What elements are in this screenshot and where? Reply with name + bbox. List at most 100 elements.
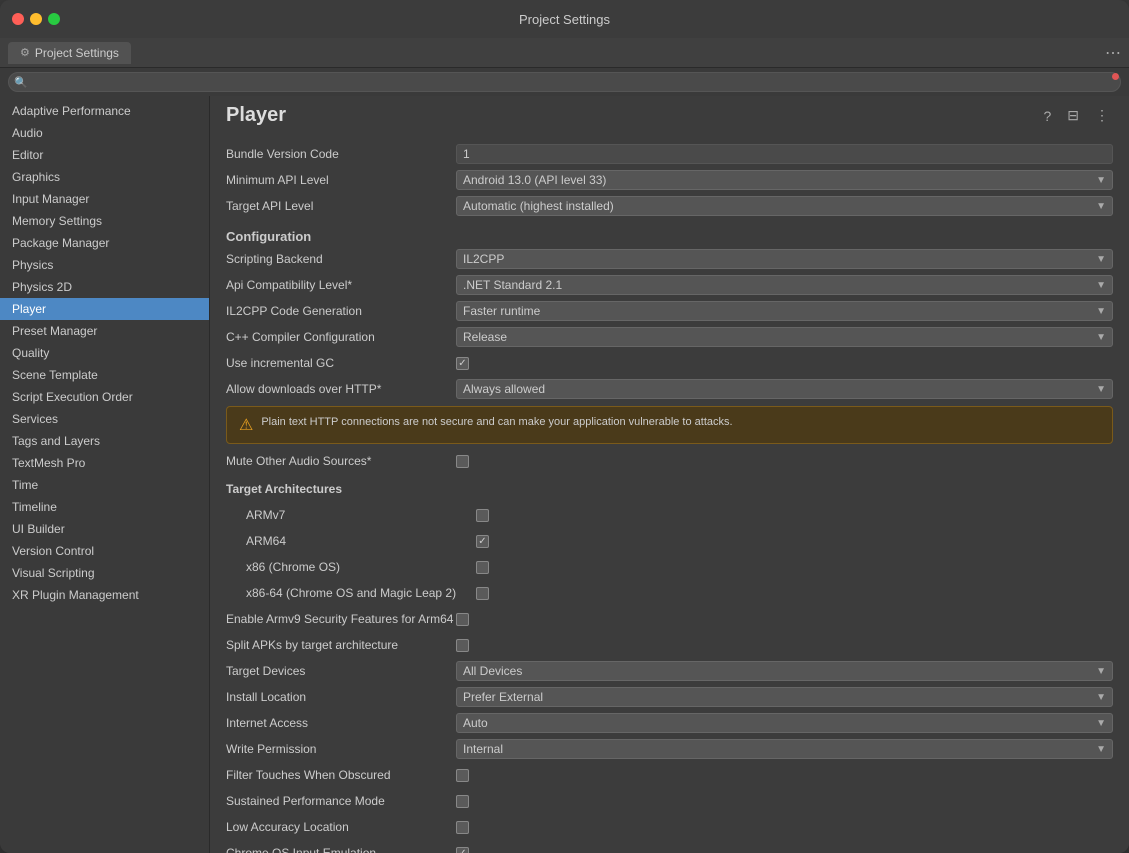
split-apks-row: Split APKs by target architecture [226,634,1113,656]
sidebar-item-physics[interactable]: Physics [0,254,209,276]
target-devices-row: Target Devices All Devices ▼ [226,660,1113,682]
allow-downloads-label: Allow downloads over HTTP* [226,382,456,396]
sidebar-item-audio[interactable]: Audio [0,122,209,144]
sidebar-item-graphics[interactable]: Graphics [0,166,209,188]
target-arch-header: Target Architectures [226,482,456,496]
min-api-dropdown[interactable]: Android 13.0 (API level 33) ▼ [456,170,1113,190]
scripting-backend-row: Scripting Backend IL2CPP ▼ [226,248,1113,270]
mute-audio-label: Mute Other Audio Sources* [226,454,456,468]
sidebar-item-scene-template[interactable]: Scene Template [0,364,209,386]
chrome-input-row: Chrome OS Input Emulation [226,842,1113,853]
armv7-checkbox[interactable] [476,509,489,522]
help-icon[interactable]: ? [1039,106,1055,126]
install-location-dropdown[interactable]: Prefer External ▼ [456,687,1113,707]
sustained-performance-checkbox[interactable] [456,795,469,808]
target-api-label: Target API Level [226,199,456,213]
more-icon[interactable]: ⋮ [1091,105,1113,126]
cpp-compiler-dropdown[interactable]: Release ▼ [456,327,1113,347]
target-devices-arrow: ▼ [1096,666,1106,677]
il2cpp-dropdown[interactable]: Faster runtime ▼ [456,301,1113,321]
armv9-label: Enable Armv9 Security Features for Arm64 [226,612,456,626]
api-compat-label: Api Compatibility Level* [226,278,456,292]
incremental-gc-row: Use incremental GC [226,352,1113,374]
sidebar-item-package-manager[interactable]: Package Manager [0,232,209,254]
min-api-label: Minimum API Level [226,173,456,187]
il2cpp-value: Faster runtime [463,304,540,318]
gear-icon: ⚙ [20,46,30,59]
sidebar-item-visual-scripting[interactable]: Visual Scripting [0,562,209,584]
window-title: Project Settings [519,12,610,27]
mute-audio-checkbox[interactable] [456,455,469,468]
search-wrapper: 🔍 [8,72,1121,92]
armv9-row: Enable Armv9 Security Features for Arm64 [226,608,1113,630]
sidebar-item-player[interactable]: Player [0,298,209,320]
sidebar-item-physics-2d[interactable]: Physics 2D [0,276,209,298]
filter-touches-checkbox[interactable] [456,769,469,782]
target-api-value: Automatic (highest installed) [463,199,614,213]
min-api-value: Android 13.0 (API level 33) [463,173,606,187]
sidebar-item-editor[interactable]: Editor [0,144,209,166]
sidebar-item-ui-builder[interactable]: UI Builder [0,518,209,540]
armv7-label: ARMv7 [246,508,476,522]
sidebar-item-timeline[interactable]: Timeline [0,496,209,518]
sidebar-item-input-manager[interactable]: Input Manager [0,188,209,210]
main-panel: Player ? ⊟ ⋮ Bundle Version Code Minimum… [210,96,1129,853]
armv9-checkbox[interactable] [456,613,469,626]
x86-64-checkbox[interactable] [476,587,489,600]
filter-touches-row: Filter Touches When Obscured [226,764,1113,786]
target-devices-dropdown[interactable]: All Devices ▼ [456,661,1113,681]
search-input[interactable] [8,72,1121,92]
search-icon: 🔍 [14,76,28,89]
bundle-version-row: Bundle Version Code [226,143,1113,165]
sidebar-item-preset-manager[interactable]: Preset Manager [0,320,209,342]
allow-downloads-arrow: ▼ [1096,384,1106,395]
install-location-row: Install Location Prefer External ▼ [226,686,1113,708]
split-apks-checkbox[interactable] [456,639,469,652]
sidebar-item-services[interactable]: Services [0,408,209,430]
arm64-checkbox[interactable] [476,535,489,548]
internet-access-arrow: ▼ [1096,718,1106,729]
sidebar-item-adaptive-performance[interactable]: Adaptive Performance [0,100,209,122]
close-button[interactable] [12,13,24,25]
write-permission-row: Write Permission Internal ▼ [226,738,1113,760]
sidebar-item-xr-plugin-management[interactable]: XR Plugin Management [0,584,209,606]
sidebar-item-textmesh-pro[interactable]: TextMesh Pro [0,452,209,474]
cpp-compiler-arrow: ▼ [1096,332,1106,343]
write-permission-dropdown[interactable]: Internal ▼ [456,739,1113,759]
settings-icon[interactable]: ⊟ [1063,105,1083,126]
scripting-backend-dropdown[interactable]: IL2CPP ▼ [456,249,1113,269]
target-api-row: Target API Level Automatic (highest inst… [226,195,1113,217]
x86-row: x86 (Chrome OS) [226,556,1113,578]
header-actions: ? ⊟ ⋮ [1039,105,1113,126]
project-settings-tab[interactable]: ⚙ Project Settings [8,42,131,64]
arm64-row: ARM64 [226,530,1113,552]
incremental-gc-checkbox[interactable] [456,357,469,370]
il2cpp-label: IL2CPP Code Generation [226,304,456,318]
api-compat-row: Api Compatibility Level* .NET Standard 2… [226,274,1113,296]
minimize-button[interactable] [30,13,42,25]
titlebar: Project Settings [0,0,1129,38]
sidebar-item-memory-settings[interactable]: Memory Settings [0,210,209,232]
sidebar-item-tags-and-layers[interactable]: Tags and Layers [0,430,209,452]
x86-64-row: x86-64 (Chrome OS and Magic Leap 2) [226,582,1113,604]
install-location-value: Prefer External [463,690,543,704]
tab-more-button[interactable]: ⋯ [1105,43,1121,63]
bundle-version-input[interactable] [456,144,1113,164]
chrome-input-checkbox[interactable] [456,847,469,853]
target-api-dropdown[interactable]: Automatic (highest installed) ▼ [456,196,1113,216]
api-compat-dropdown[interactable]: .NET Standard 2.1 ▼ [456,275,1113,295]
scripting-backend-value: IL2CPP [463,252,504,266]
warning-text: Plain text HTTP connections are not secu… [261,415,732,430]
internet-access-row: Internet Access Auto ▼ [226,712,1113,734]
low-accuracy-checkbox[interactable] [456,821,469,834]
internet-access-dropdown[interactable]: Auto ▼ [456,713,1113,733]
sidebar-item-time[interactable]: Time [0,474,209,496]
sidebar-item-quality[interactable]: Quality [0,342,209,364]
allow-downloads-dropdown[interactable]: Always allowed ▼ [456,379,1113,399]
scripting-backend-label: Scripting Backend [226,252,456,266]
maximize-button[interactable] [48,13,60,25]
sidebar-item-script-execution-order[interactable]: Script Execution Order [0,386,209,408]
sidebar-item-version-control[interactable]: Version Control [0,540,209,562]
x86-checkbox[interactable] [476,561,489,574]
content-area: Adaptive Performance Audio Editor Graphi… [0,96,1129,853]
